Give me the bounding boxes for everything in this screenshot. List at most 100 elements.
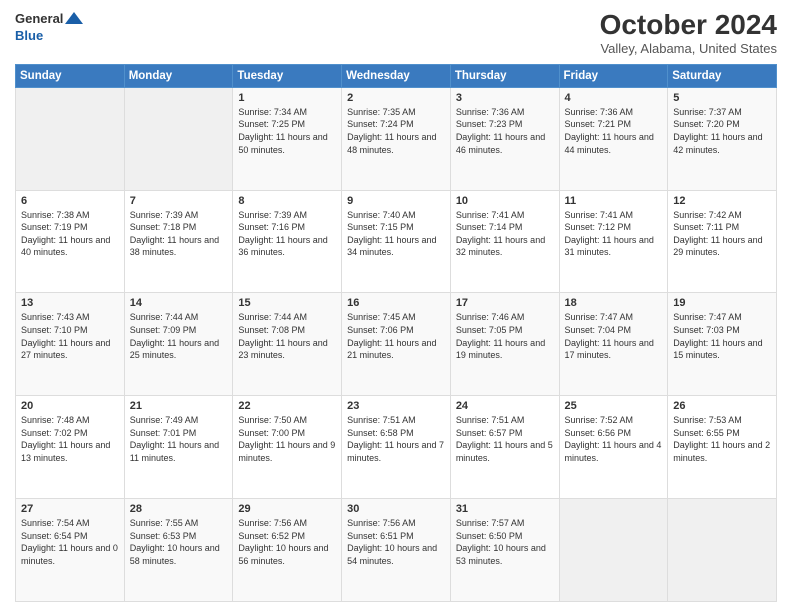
col-friday: Friday xyxy=(559,64,668,87)
day-cell: 28Sunrise: 7:55 AM Sunset: 6:53 PM Dayli… xyxy=(124,499,233,602)
day-number: 11 xyxy=(565,195,663,207)
day-cell xyxy=(559,499,668,602)
day-number: 18 xyxy=(565,297,663,309)
col-monday: Monday xyxy=(124,64,233,87)
day-number: 7 xyxy=(130,195,228,207)
day-cell: 19Sunrise: 7:47 AM Sunset: 7:03 PM Dayli… xyxy=(668,293,777,396)
calendar-header: Sunday Monday Tuesday Wednesday Thursday… xyxy=(16,64,777,87)
header: General Blue October 2024 Valley, Alabam… xyxy=(15,10,777,56)
day-info: Sunrise: 7:56 AM Sunset: 6:51 PM Dayligh… xyxy=(347,517,445,567)
day-number: 13 xyxy=(21,297,119,309)
day-cell: 9 Sunrise: 7:40 AM Sunset: 7:15 PM Daylig… xyxy=(342,190,451,293)
day-cell: 16Sunrise: 7:45 AM Sunset: 7:06 PM Dayli… xyxy=(342,293,451,396)
day-info: Sunrise: 7:40 AM Sunset: 7:15 PM Dayligh… xyxy=(347,209,445,259)
day-cell: 14Sunrise: 7:44 AM Sunset: 7:09 PM Dayli… xyxy=(124,293,233,396)
col-thursday: Thursday xyxy=(450,64,559,87)
day-cell: 7 Sunrise: 7:39 AM Sunset: 7:18 PM Daylig… xyxy=(124,190,233,293)
header-row: Sunday Monday Tuesday Wednesday Thursday… xyxy=(16,64,777,87)
day-cell: 12 Sunrise: 7:42 AM Sunset: 7:11 PM Dayli… xyxy=(668,190,777,293)
col-tuesday: Tuesday xyxy=(233,64,342,87)
day-cell: 29 Sunrise: 7:56 AM Sunset: 6:52 PM Dayli… xyxy=(233,499,342,602)
day-number: 21 xyxy=(130,400,228,412)
day-info: Sunrise: 7:56 AM Sunset: 6:52 PM Dayligh… xyxy=(238,517,336,567)
day-number: 20 xyxy=(21,400,119,412)
logo-bird-icon xyxy=(65,10,83,28)
day-info: Sunrise: 7:37 AM Sunset: 7:20 PM Dayligh… xyxy=(673,106,771,156)
day-info: Sunrise: 7:51 AM Sunset: 6:57 PM Dayligh… xyxy=(456,414,554,464)
day-cell: 26Sunrise: 7:53 AM Sunset: 6:55 PM Dayli… xyxy=(668,396,777,499)
day-number: 8 xyxy=(238,195,336,207)
day-number: 4 xyxy=(565,92,663,104)
day-cell: 6 Sunrise: 7:38 AM Sunset: 7:19 PM Daylig… xyxy=(16,190,125,293)
day-cell xyxy=(668,499,777,602)
day-info: Sunrise: 7:41 AM Sunset: 7:14 PM Dayligh… xyxy=(456,209,554,259)
day-cell: 8Sunrise: 7:39 AM Sunset: 7:16 PM Daylig… xyxy=(233,190,342,293)
logo: General Blue xyxy=(15,10,83,44)
day-cell: 13 Sunrise: 7:43 AM Sunset: 7:10 PM Dayli… xyxy=(16,293,125,396)
day-cell: 27Sunrise: 7:54 AM Sunset: 6:54 PM Dayli… xyxy=(16,499,125,602)
page: General Blue October 2024 Valley, Alabam… xyxy=(0,0,792,612)
day-cell: 15 Sunrise: 7:44 AM Sunset: 7:08 PM Dayli… xyxy=(233,293,342,396)
main-title: October 2024 xyxy=(600,10,777,41)
day-number: 5 xyxy=(673,92,771,104)
day-info: Sunrise: 7:45 AM Sunset: 7:06 PM Dayligh… xyxy=(347,311,445,361)
day-info: Sunrise: 7:51 AM Sunset: 6:58 PM Dayligh… xyxy=(347,414,445,464)
title-block: October 2024 Valley, Alabama, United Sta… xyxy=(600,10,777,56)
calendar-table: Sunday Monday Tuesday Wednesday Thursday… xyxy=(15,64,777,602)
day-cell: 11 Sunrise: 7:41 AM Sunset: 7:12 PM Dayli… xyxy=(559,190,668,293)
day-cell: 21Sunrise: 7:49 AM Sunset: 7:01 PM Dayli… xyxy=(124,396,233,499)
day-number: 15 xyxy=(238,297,336,309)
day-number: 17 xyxy=(456,297,554,309)
day-number: 3 xyxy=(456,92,554,104)
day-info: Sunrise: 7:42 AM Sunset: 7:11 PM Dayligh… xyxy=(673,209,771,259)
day-number: 23 xyxy=(347,400,445,412)
day-cell: 2Sunrise: 7:35 AM Sunset: 7:24 PM Daylig… xyxy=(342,87,451,190)
day-number: 9 xyxy=(347,195,445,207)
day-info: Sunrise: 7:38 AM Sunset: 7:19 PM Dayligh… xyxy=(21,209,119,259)
day-cell: 17 Sunrise: 7:46 AM Sunset: 7:05 PM Dayli… xyxy=(450,293,559,396)
day-cell xyxy=(16,87,125,190)
day-cell: 10 Sunrise: 7:41 AM Sunset: 7:14 PM Dayli… xyxy=(450,190,559,293)
col-saturday: Saturday xyxy=(668,64,777,87)
day-cell: 18 Sunrise: 7:47 AM Sunset: 7:04 PM Dayli… xyxy=(559,293,668,396)
day-number: 10 xyxy=(456,195,554,207)
day-info: Sunrise: 7:47 AM Sunset: 7:04 PM Dayligh… xyxy=(565,311,663,361)
day-cell: 30 Sunrise: 7:56 AM Sunset: 6:51 PM Dayli… xyxy=(342,499,451,602)
day-number: 14 xyxy=(130,297,228,309)
day-info: Sunrise: 7:44 AM Sunset: 7:08 PM Dayligh… xyxy=(238,311,336,361)
day-info: Sunrise: 7:57 AM Sunset: 6:50 PM Dayligh… xyxy=(456,517,554,567)
day-number: 30 xyxy=(347,503,445,515)
day-number: 24 xyxy=(456,400,554,412)
day-cell: 5 Sunrise: 7:37 AM Sunset: 7:20 PM Daylig… xyxy=(668,87,777,190)
day-number: 22 xyxy=(238,400,336,412)
day-cell xyxy=(124,87,233,190)
col-wednesday: Wednesday xyxy=(342,64,451,87)
logo-text: General Blue xyxy=(15,10,83,44)
calendar-body: 1Sunrise: 7:34 AM Sunset: 7:25 PM Daylig… xyxy=(16,87,777,601)
week-row-1: 1Sunrise: 7:34 AM Sunset: 7:25 PM Daylig… xyxy=(16,87,777,190)
day-info: Sunrise: 7:35 AM Sunset: 7:24 PM Dayligh… xyxy=(347,106,445,156)
day-cell: 25Sunrise: 7:52 AM Sunset: 6:56 PM Dayli… xyxy=(559,396,668,499)
day-cell: 31Sunrise: 7:57 AM Sunset: 6:50 PM Dayli… xyxy=(450,499,559,602)
day-info: Sunrise: 7:50 AM Sunset: 7:00 PM Dayligh… xyxy=(238,414,336,464)
day-cell: 22 Sunrise: 7:50 AM Sunset: 7:00 PM Dayli… xyxy=(233,396,342,499)
col-sunday: Sunday xyxy=(16,64,125,87)
week-row-4: 20Sunrise: 7:48 AM Sunset: 7:02 PM Dayli… xyxy=(16,396,777,499)
day-info: Sunrise: 7:39 AM Sunset: 7:18 PM Dayligh… xyxy=(130,209,228,259)
day-number: 6 xyxy=(21,195,119,207)
day-number: 19 xyxy=(673,297,771,309)
day-cell: 20Sunrise: 7:48 AM Sunset: 7:02 PM Dayli… xyxy=(16,396,125,499)
day-cell: 23 Sunrise: 7:51 AM Sunset: 6:58 PM Dayli… xyxy=(342,396,451,499)
subtitle: Valley, Alabama, United States xyxy=(600,41,777,56)
day-number: 12 xyxy=(673,195,771,207)
day-info: Sunrise: 7:43 AM Sunset: 7:10 PM Dayligh… xyxy=(21,311,119,361)
day-info: Sunrise: 7:41 AM Sunset: 7:12 PM Dayligh… xyxy=(565,209,663,259)
week-row-2: 6 Sunrise: 7:38 AM Sunset: 7:19 PM Daylig… xyxy=(16,190,777,293)
day-cell: 4Sunrise: 7:36 AM Sunset: 7:21 PM Daylig… xyxy=(559,87,668,190)
day-info: Sunrise: 7:46 AM Sunset: 7:05 PM Dayligh… xyxy=(456,311,554,361)
day-number: 29 xyxy=(238,503,336,515)
day-cell: 24 Sunrise: 7:51 AM Sunset: 6:57 PM Dayli… xyxy=(450,396,559,499)
day-info: Sunrise: 7:54 AM Sunset: 6:54 PM Dayligh… xyxy=(21,517,119,567)
day-info: Sunrise: 7:36 AM Sunset: 7:23 PM Dayligh… xyxy=(456,106,554,156)
logo-general: General xyxy=(15,11,63,27)
